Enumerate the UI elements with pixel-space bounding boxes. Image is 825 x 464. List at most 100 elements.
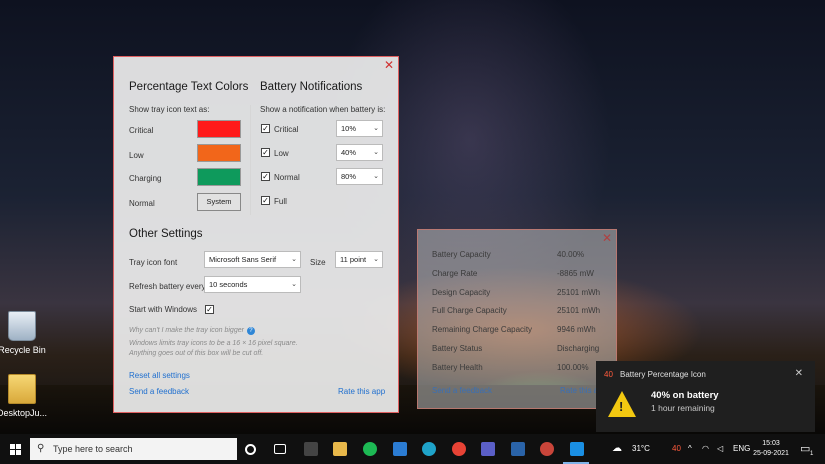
spotify-icon[interactable]: [363, 442, 377, 456]
task-view-icon[interactable]: [274, 444, 286, 454]
close-icon[interactable]: ✕: [384, 58, 394, 72]
notifications-section-title: Battery Notifications: [260, 81, 363, 93]
desktop-icon-label: Recycle Bin: [0, 345, 46, 355]
reset-settings-link[interactable]: Reset all settings: [129, 371, 190, 380]
taskbar-search-box[interactable]: ⚲ Type here to search: [30, 438, 237, 460]
info-value: 100.00%: [557, 363, 589, 372]
battery-toast-notification[interactable]: 40 Battery Percentage Icon ✕ ! 40% on ba…: [596, 361, 815, 432]
clock-date: 25-09-2021: [753, 450, 789, 457]
wifi-icon[interactable]: ◠: [702, 434, 709, 464]
teams-icon[interactable]: [481, 442, 495, 456]
dropdown-value: Microsoft Sans Serif: [209, 255, 277, 264]
info-value: 25101 mWh: [557, 306, 601, 315]
color-row-label: Charging: [129, 174, 162, 183]
dropdown-value: 11 point: [340, 255, 367, 264]
notify-row-label: Critical: [274, 125, 299, 134]
info-label: Charge Rate: [432, 269, 478, 278]
font-dropdown[interactable]: Microsoft Sans Serif ⌄: [204, 251, 301, 268]
info-label: Battery Capacity: [432, 250, 491, 259]
edge-icon[interactable]: [422, 442, 436, 456]
system-color-button[interactable]: System: [197, 193, 241, 211]
chevron-down-icon: ⌄: [373, 125, 379, 132]
volume-icon[interactable]: ◁: [717, 434, 723, 464]
critical-notify-checkbox[interactable]: ✓: [261, 124, 270, 133]
settings-panel: ✕ Percentage Text Colors Show tray icon …: [113, 56, 399, 413]
start-with-windows-label: Start with Windows: [129, 305, 198, 314]
why-bigger-text: Why can't I make the tray icon bigger: [129, 327, 244, 334]
windows-start-icon[interactable]: [10, 444, 21, 455]
language-indicator[interactable]: ENG: [733, 434, 750, 464]
why-bigger-question[interactable]: Why can't I make the tray icon bigger?: [129, 326, 255, 336]
notifications-subtitle: Show a notification when battery is:: [260, 105, 386, 114]
mail-icon[interactable]: [393, 442, 407, 456]
battery-percentage-tray[interactable]: 40: [672, 434, 681, 464]
warning-mark: !: [619, 399, 624, 414]
toast-app-name: Battery Percentage Icon: [620, 370, 706, 379]
notification-count: 1: [810, 451, 814, 457]
dropdown-value: 80%: [341, 172, 357, 181]
rate-app-link[interactable]: Rate this app: [338, 387, 385, 396]
dropdown-value: 10 seconds: [209, 280, 248, 289]
file-explorer-icon[interactable]: [333, 442, 347, 456]
desktop: Recycle Bin DesktopJu... ✕ Percentage Te…: [0, 0, 825, 434]
text-app-icon[interactable]: [304, 442, 318, 456]
dropdown-value: 40%: [341, 148, 357, 157]
store-app-icon[interactable]: [570, 442, 584, 456]
close-icon[interactable]: ✕: [795, 368, 803, 379]
critical-color-swatch[interactable]: [197, 120, 241, 138]
search-icon: ⚲: [37, 443, 45, 454]
why-note-line-2: Anything goes out of this box will be cu…: [129, 350, 264, 357]
info-label: Battery Status: [432, 344, 483, 353]
clock[interactable]: 15:03 25-09-2021: [751, 439, 791, 459]
battery-info-panel: ✕ Battery Capacity 40.00% Charge Rate -8…: [417, 229, 617, 409]
notify-row-label: Normal: [274, 173, 300, 182]
low-notify-checkbox[interactable]: ✓: [261, 148, 270, 157]
chevron-up-icon[interactable]: ^: [688, 434, 692, 464]
chevron-down-icon: ⌄: [373, 173, 379, 180]
action-center-icon[interactable]: ▭: [800, 434, 810, 464]
colors-section-title: Percentage Text Colors: [129, 81, 249, 93]
temperature[interactable]: 31°C: [632, 434, 650, 464]
taskbar: ⚲ Type here to search ☁ 31°C 40 ^ ◠ ◁ EN…: [0, 434, 825, 464]
low-threshold-dropdown[interactable]: 40% ⌄: [336, 144, 383, 161]
folder-icon: [8, 374, 36, 404]
full-notify-checkbox[interactable]: ✓: [261, 196, 270, 205]
info-value: 25101 mWh: [557, 288, 601, 297]
info-label: Design Capacity: [432, 288, 491, 297]
why-note-line-1: Windows limits tray icons to be a 16 × 1…: [129, 340, 298, 347]
desktop-folder-shortcut[interactable]: DesktopJu...: [0, 374, 52, 418]
refresh-dropdown[interactable]: 10 seconds ⌄: [204, 276, 301, 293]
chrome-profile-icon[interactable]: [540, 442, 554, 456]
recycle-bin-shortcut[interactable]: Recycle Bin: [0, 311, 52, 355]
start-with-windows-checkbox[interactable]: ✓: [205, 305, 214, 314]
refresh-label: Refresh battery every: [129, 282, 206, 291]
toast-title: 40% on battery: [651, 390, 719, 401]
notify-row-label: Full: [274, 197, 287, 206]
chevron-down-icon: ⌄: [291, 281, 297, 288]
info-label: Battery Health: [432, 363, 483, 372]
normal-notify-checkbox[interactable]: ✓: [261, 172, 270, 181]
cortana-icon[interactable]: [245, 444, 256, 455]
critical-threshold-dropdown[interactable]: 10% ⌄: [336, 120, 383, 137]
size-label: Size: [310, 258, 326, 267]
send-feedback-link[interactable]: Send a feedback: [129, 387, 189, 396]
normal-label: Normal: [129, 199, 155, 208]
send-feedback-link[interactable]: Send a feedback: [432, 386, 492, 395]
size-dropdown[interactable]: 11 point ⌄: [335, 251, 383, 268]
low-color-swatch[interactable]: [197, 144, 241, 162]
photos-icon[interactable]: [511, 442, 525, 456]
weather-icon[interactable]: ☁: [612, 434, 622, 464]
dropdown-value: 10%: [341, 124, 357, 133]
clock-time: 15:03: [762, 440, 780, 447]
chevron-down-icon: ⌄: [373, 149, 379, 156]
charging-color-swatch[interactable]: [197, 168, 241, 186]
color-row-label: Critical: [129, 126, 154, 135]
chrome-icon[interactable]: [452, 442, 466, 456]
section-divider: [250, 105, 251, 215]
normal-threshold-dropdown[interactable]: 80% ⌄: [336, 168, 383, 185]
color-row-label: Low: [129, 151, 144, 160]
app-badge: 40: [604, 370, 613, 379]
notify-row-label: Low: [274, 149, 289, 158]
close-icon[interactable]: ✕: [602, 231, 612, 245]
chevron-down-icon: ⌄: [373, 256, 379, 263]
